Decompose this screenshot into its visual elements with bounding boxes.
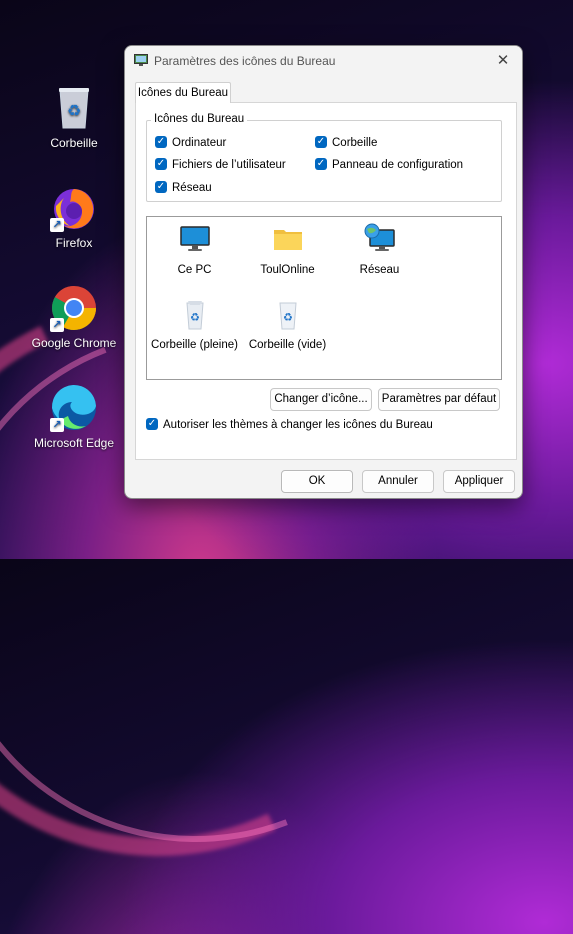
network-icon (363, 222, 397, 256)
list-item-label: ToulOnline (260, 264, 315, 276)
desktop-icon-edge[interactable]: ↗ Microsoft Edge (24, 384, 124, 450)
title-bar[interactable]: Paramètres des icônes du Bureau ✕ (125, 46, 522, 76)
desktop-icon-label: Google Chrome (31, 336, 117, 350)
recycle-bin-empty-icon: ♻ (271, 297, 305, 331)
list-item[interactable]: ♻ Corbeille (vide) (240, 297, 335, 351)
list-item[interactable]: Ce PC (147, 222, 242, 276)
checkmark-icon: ✓ (146, 418, 158, 430)
edge-icon: ↗ (50, 384, 98, 432)
checkbox-label: Fichiers de l’utilisateur (172, 159, 286, 171)
monitor-icon (178, 222, 212, 256)
checkmark-icon: ✓ (155, 181, 167, 193)
desktop-icon-label: Microsoft Edge (33, 436, 115, 450)
svg-text:♻: ♻ (67, 101, 81, 120)
checkmark-icon: ✓ (155, 158, 167, 170)
change-icon-button[interactable]: Changer d’icône... (270, 388, 372, 411)
list-item-label: Réseau (359, 264, 400, 276)
chrome-icon: ↗ (50, 284, 98, 332)
close-icon[interactable]: ✕ (493, 51, 513, 71)
restore-default-button[interactable]: Paramètres par défaut (378, 388, 500, 411)
desktop-icon-recycle-bin[interactable]: ♻ Corbeille (24, 84, 124, 150)
checkbox-label: Réseau (172, 182, 212, 194)
shortcut-arrow-icon: ↗ (50, 418, 64, 432)
checkbox-label: Autoriser les thèmes à changer les icône… (163, 419, 433, 431)
recycle-bin-icon: ♻ (50, 84, 98, 132)
ok-button[interactable]: OK (281, 470, 353, 493)
apply-button[interactable]: Appliquer (443, 470, 515, 493)
checkmark-icon: ✓ (155, 136, 167, 148)
desktop-settings-app-icon (134, 54, 148, 67)
checkbox-label: Ordinateur (172, 137, 227, 149)
list-item[interactable]: ♻ Corbeille (pleine) (147, 297, 242, 351)
shortcut-arrow-icon: ↗ (50, 318, 64, 332)
list-item-label: Ce PC (177, 264, 212, 276)
desktop-icon-chrome[interactable]: ↗ Google Chrome (24, 284, 124, 350)
folder-icon (271, 222, 305, 256)
icon-list-view[interactable]: Ce PC ToulOnline Réseau ♻ Corbeille (ple… (146, 216, 502, 380)
checkmark-icon: ✓ (315, 136, 327, 148)
firefox-icon: ↗ (50, 184, 98, 232)
list-item[interactable]: Réseau (332, 222, 427, 276)
tab-panel: Icônes du Bureau ✓ Ordinateur ✓ Corbeill… (135, 102, 517, 460)
shortcut-arrow-icon: ↗ (50, 218, 64, 232)
group-label: Icônes du Bureau (151, 113, 248, 125)
checkbox-label: Panneau de configuration (332, 159, 464, 171)
cancel-button[interactable]: Annuler (362, 470, 434, 493)
recycle-bin-full-icon: ♻ (178, 297, 212, 331)
list-item[interactable]: ToulOnline (240, 222, 335, 276)
list-item-label: Corbeille (pleine) (151, 339, 238, 351)
svg-text:♻: ♻ (283, 311, 293, 324)
svg-text:♻: ♻ (190, 311, 200, 324)
desktop-icon-label: Corbeille (50, 136, 98, 150)
checkmark-icon: ✓ (315, 158, 327, 170)
dialog-title: Paramètres des icônes du Bureau (154, 54, 336, 68)
desktop-icons-group: Icônes du Bureau ✓ Ordinateur ✓ Corbeill… (146, 113, 502, 202)
desktop-icon-settings-dialog: Paramètres des icônes du Bureau ✕ Icônes… (124, 45, 523, 499)
desktop-icon-firefox[interactable]: ↗ Firefox (24, 184, 124, 250)
desktop-icon-label: Firefox (55, 236, 93, 250)
list-item-label: Corbeille (vide) (248, 339, 327, 351)
checkbox-label: Corbeille (332, 137, 378, 149)
tab-desktop-icons[interactable]: Icônes du Bureau (135, 82, 231, 103)
